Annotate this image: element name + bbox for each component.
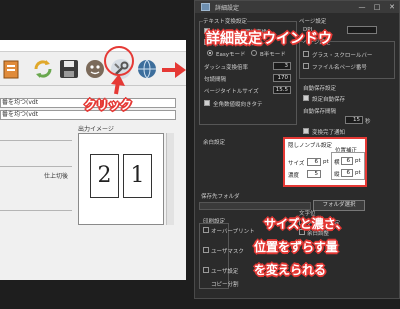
dialog-title: 詳細設定 <box>215 5 240 12</box>
user-mask-checkbox[interactable] <box>203 247 209 253</box>
autosave-unit: 秒 <box>365 119 371 125</box>
page-1: 1 <box>123 154 152 198</box>
horizontal-label: 横 <box>334 160 340 166</box>
margin-label: 句読間隔 <box>204 77 227 83</box>
note-line-2: 位置をずらす量 <box>254 240 338 254</box>
dpi-input[interactable] <box>347 26 377 34</box>
auto-save-check-label: 設定自動保存 <box>312 97 346 103</box>
glass-scrollbar-label: グラス・スクロールバー <box>312 53 373 59</box>
complete-notify-checkbox[interactable] <box>303 128 309 134</box>
highlight-circle <box>104 46 134 76</box>
auto-save-checkbox[interactable] <box>303 95 309 101</box>
preview-box: 2 1 <box>78 133 164 225</box>
user-preset-checkbox[interactable] <box>203 267 209 273</box>
dialog-app-icon <box>201 3 210 11</box>
size-input[interactable]: 6 <box>307 158 321 166</box>
preview-label: 出力イメージ <box>78 126 114 133</box>
autosave-interval-label: 自動保存間隔 <box>303 109 337 115</box>
click-annotation: クリック <box>84 98 133 112</box>
autosave-interval-input[interactable]: 15 <box>345 116 363 124</box>
hidden-number-title: 隠しノンブル設定 <box>288 143 332 149</box>
note-line-3: を変えられる <box>254 263 327 277</box>
output-folder-field[interactable] <box>199 202 311 210</box>
file-name-page-label: ファイル名ページ番号 <box>312 65 367 71</box>
size-unit: pt <box>323 159 329 165</box>
page-size-label: ページタイトルサイズ <box>204 89 259 95</box>
output-folder-label: 保存先フォルダ <box>201 194 240 200</box>
background-toolbar <box>0 52 186 86</box>
margin-input[interactable]: 170 <box>273 74 291 82</box>
misc-settings-label: 余白設定 <box>203 140 226 146</box>
hidden-number-settings-group: 隠しノンブル設定 位置補正 サイズ 6 pt 濃度 5 横 6 pt 縦 6 p… <box>283 137 367 187</box>
fixed-mode-radio[interactable] <box>251 50 257 56</box>
save-icon[interactable] <box>57 57 81 81</box>
user-mask-label: ユーザマスク <box>211 249 244 255</box>
dialog-titlebar: 詳細設定 — □ ✕ <box>195 1 399 13</box>
page-size-input[interactable]: 15.5 <box>273 86 291 94</box>
text-convert-label: テキスト変換設定 <box>203 17 247 25</box>
complete-notify-label: 変換完了通知 <box>312 130 346 136</box>
divider <box>0 210 72 211</box>
globe-icon[interactable] <box>135 57 159 81</box>
vertical-label: 縦 <box>334 172 340 178</box>
full-font-checkbox[interactable] <box>204 100 210 106</box>
glass-scrollbar-checkbox[interactable] <box>303 51 309 57</box>
auto-save-label: 自動保存設定 <box>303 86 337 92</box>
density-label: 濃度 <box>288 173 300 179</box>
background-titlebar <box>0 40 186 52</box>
dash-count-input[interactable]: 3 <box>273 62 291 70</box>
vertical-input[interactable]: 6 <box>341 169 353 177</box>
minimize-button[interactable]: — <box>355 2 369 12</box>
fixed-mode-label: B半モード <box>260 52 286 58</box>
overprint-checkbox[interactable] <box>203 227 209 233</box>
maximize-button[interactable]: □ <box>370 2 384 12</box>
close-button[interactable]: ✕ <box>385 2 399 12</box>
app-icon[interactable] <box>1 57 25 81</box>
easy-mode-radio[interactable] <box>207 50 213 56</box>
divider <box>0 140 72 141</box>
horizontal-unit: pt <box>355 158 361 164</box>
position-offset-box: 横 6 pt 縦 6 pt <box>331 152 365 180</box>
background-main-window: 番を均つ(vdt 番を均つ(vdt 仕上切後 出力イメージ 2 1 <box>0 40 186 280</box>
horizontal-input[interactable]: 6 <box>341 157 353 165</box>
size-label: サイズ <box>288 161 305 167</box>
page-settings-label: ページ設定 <box>299 19 327 25</box>
density-input[interactable]: 5 <box>307 170 321 178</box>
folder-select-button[interactable]: フォルダ選択 <box>313 200 365 211</box>
file-name-page-checkbox[interactable] <box>303 63 309 69</box>
copy-count-label: コピー分割 <box>211 282 239 288</box>
divider <box>0 166 72 167</box>
easy-mode-label: Easyモード <box>216 52 246 58</box>
note-line-1: サイズと濃さ、 <box>264 217 348 231</box>
dash-count-label: ダッシュ変換倍率 <box>204 65 249 71</box>
vertical-unit: pt <box>355 170 361 176</box>
detail-window-annotation: 詳細設定ウインドウ <box>206 31 332 47</box>
overprint-label: オーバープリント <box>211 229 255 235</box>
user-preset-label: ユーザ設定 <box>211 269 239 275</box>
side-text: 仕上切後 <box>44 173 69 180</box>
refresh-icon[interactable] <box>31 57 55 81</box>
page-2: 2 <box>90 154 119 198</box>
full-font-label: 全角数値縦向きタテ <box>213 102 263 108</box>
preview-scrollbar[interactable] <box>166 133 174 225</box>
